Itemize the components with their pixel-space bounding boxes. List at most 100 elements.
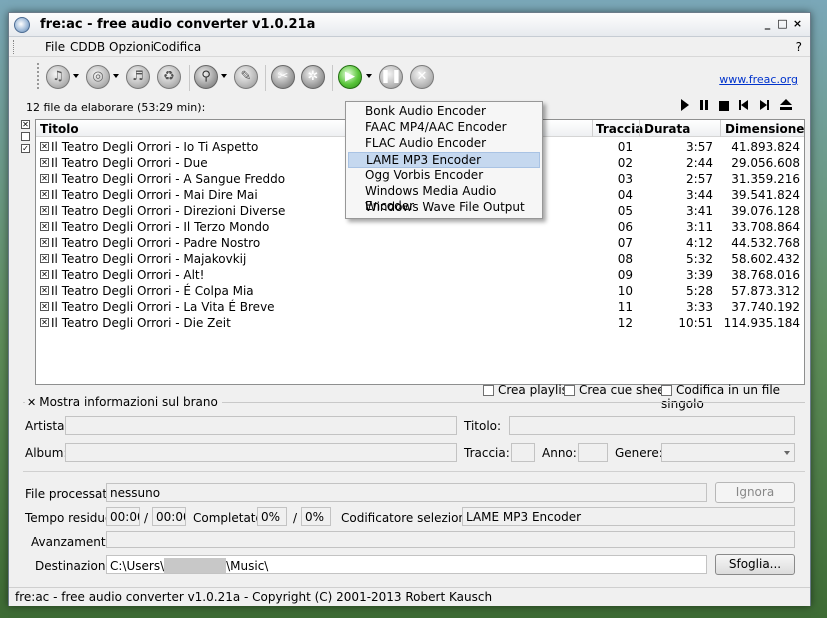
create-cue-checkbox[interactable] xyxy=(564,385,575,396)
row-title: Il Teatro Degli Orrori - Il Terzo Mondo xyxy=(51,220,270,234)
table-row[interactable]: ✕ Il Teatro Degli Orrori - É Colpa Mia 10 5… xyxy=(36,283,804,299)
play-icon[interactable] xyxy=(681,99,689,111)
row-checkbox[interactable]: ✕ xyxy=(40,270,49,279)
row-checkbox[interactable]: ✕ xyxy=(40,318,49,327)
app-icon[interactable] xyxy=(14,17,30,33)
main-window: fre:ac - free audio converter v1.0.21a _… xyxy=(8,12,811,606)
table-row[interactable]: ✕ Il Teatro Degli Orrori - Il Terzo Mondo… xyxy=(36,219,804,235)
search-cddb-dropdown[interactable] xyxy=(221,74,227,78)
menu-item-wma[interactable]: Windows Media Audio Encoder xyxy=(348,184,540,213)
previous-track-icon[interactable] xyxy=(738,99,750,111)
row-duration: 3:39 xyxy=(686,268,713,282)
table-row[interactable]: ✕ Il Teatro Degli Orrori - La Vita É Brev… xyxy=(36,299,804,315)
time-separator: / xyxy=(144,511,149,525)
menu-item-faac[interactable]: FAAC MP4/AAC Encoder xyxy=(348,120,540,136)
column-divider[interactable] xyxy=(592,120,593,137)
select-none-checkbox[interactable] xyxy=(21,132,30,141)
column-divider[interactable] xyxy=(720,120,721,137)
browse-button[interactable]: Sfoglia... xyxy=(715,554,795,575)
column-header-title[interactable]: Titolo xyxy=(40,122,79,136)
menu-codifica[interactable]: Codifica xyxy=(153,40,201,54)
eject-icon[interactable] xyxy=(780,99,792,111)
row-checkbox[interactable]: ✕ xyxy=(40,142,49,151)
row-checkbox[interactable]: ✕ xyxy=(40,158,49,167)
menu-item-bonk[interactable]: Bonk Audio Encoder xyxy=(348,104,540,120)
toggle-selection-checkbox[interactable]: ✓ xyxy=(21,144,30,153)
pause-playback-icon[interactable] xyxy=(698,99,710,111)
column-header-duration[interactable]: Durata xyxy=(644,122,690,136)
encoder-dropdown-arrow[interactable] xyxy=(366,74,372,78)
menu-item-wave[interactable]: Windows Wave File Output xyxy=(348,200,540,216)
row-size: 41.893.824 xyxy=(731,140,800,154)
stop-playback-icon[interactable] xyxy=(719,100,729,111)
clear-list-icon[interactable]: ♻ xyxy=(157,65,181,89)
row-checkbox[interactable]: ✕ xyxy=(40,286,49,295)
cd-icon[interactable]: ♬ xyxy=(126,65,150,89)
menu-opzioni[interactable]: Opzioni xyxy=(109,40,154,54)
table-row[interactable]: ✕ Il Teatro Degli Orrori - Padre Nostro 07… xyxy=(36,235,804,251)
title-bar[interactable]: fre:ac - free audio converter v1.0.21a _… xyxy=(9,13,810,37)
settings-icon[interactable]: ✲ xyxy=(301,65,325,89)
submit-cddb-icon[interactable]: ✎ xyxy=(234,65,258,89)
title-field[interactable] xyxy=(509,416,795,435)
row-checkbox[interactable]: ✕ xyxy=(40,174,49,183)
table-row[interactable]: ✕ Il Teatro Degli Orrori - Alt! 09 3:39 38.7… xyxy=(36,267,804,283)
skip-button[interactable]: Ignora xyxy=(715,482,795,503)
row-track: 07 xyxy=(617,236,633,250)
menu-grip[interactable] xyxy=(13,40,16,54)
row-checkbox[interactable]: ✕ xyxy=(40,302,49,311)
create-playlist-checkbox[interactable] xyxy=(483,385,494,396)
add-files-icon[interactable]: ♫ xyxy=(46,65,70,89)
row-track: 06 xyxy=(617,220,633,234)
start-encoding-icon[interactable]: ▶ xyxy=(338,65,362,89)
row-checkbox[interactable]: ✕ xyxy=(40,254,49,263)
chevron-down-icon[interactable] xyxy=(784,451,790,455)
column-header-size[interactable]: Dimensione xyxy=(725,122,804,136)
menu-cddb[interactable]: CDDB xyxy=(70,40,105,54)
time-left-label: Tempo residuo: xyxy=(25,511,117,525)
row-checkbox[interactable]: ✕ xyxy=(40,238,49,247)
tools-icon[interactable]: ✂ xyxy=(271,65,295,89)
artist-label: Artista: xyxy=(25,419,69,433)
toolbar-separator xyxy=(332,65,333,91)
menu-file[interactable]: File xyxy=(45,40,65,54)
select-all-checkbox[interactable]: ✕ xyxy=(21,120,30,129)
toolbar-grip[interactable] xyxy=(37,63,40,89)
year-field[interactable] xyxy=(578,443,608,462)
menu-item-flac[interactable]: FLAC Audio Encoder xyxy=(348,136,540,152)
row-checkbox[interactable]: ✕ xyxy=(40,190,49,199)
menu-item-lame[interactable]: LAME MP3 Encoder xyxy=(348,152,540,168)
website-link[interactable]: www.freac.org xyxy=(719,73,798,86)
column-divider[interactable] xyxy=(639,120,640,137)
stop-icon[interactable]: ✕ xyxy=(410,65,434,89)
pause-icon[interactable]: ❚❚ xyxy=(379,65,403,89)
column-header-track[interactable]: Traccia xyxy=(596,122,643,136)
row-title: Il Teatro Degli Orrori - Padre Nostro xyxy=(51,236,261,250)
menu-item-ogg[interactable]: Ogg Vorbis Encoder xyxy=(348,168,540,184)
track-info-toggle[interactable]: ✕ Mostra informazioni sul brano xyxy=(25,395,222,409)
table-row[interactable]: ✕ Il Teatro Degli Orrori - Majakovkij 08 5:… xyxy=(36,251,804,267)
add-files-dropdown[interactable] xyxy=(73,74,79,78)
add-folder-dropdown[interactable] xyxy=(113,74,119,78)
track-number-field[interactable] xyxy=(511,443,535,462)
row-checkbox[interactable]: ✕ xyxy=(40,206,49,215)
single-file-checkbox[interactable] xyxy=(661,385,672,396)
destination-field[interactable]: C:\Users\ \Music\ xyxy=(106,555,707,574)
table-row[interactable]: ✕ Il Teatro Degli Orrori - Die Zeit 12 10:5… xyxy=(36,315,804,331)
close-button[interactable]: × xyxy=(791,17,804,31)
genre-select[interactable] xyxy=(661,443,795,462)
row-checkbox[interactable]: ✕ xyxy=(40,222,49,231)
help-button[interactable]: ? xyxy=(796,40,802,54)
search-cddb-icon[interactable]: ⚲ xyxy=(194,65,218,89)
album-field[interactable] xyxy=(65,443,457,462)
maximize-button[interactable]: □ xyxy=(776,17,789,31)
artist-field[interactable] xyxy=(65,416,457,435)
next-track-icon[interactable] xyxy=(759,99,771,111)
destination-suffix: \Music\ xyxy=(226,559,269,573)
minimize-button[interactable]: _ xyxy=(761,17,774,31)
add-folder-icon[interactable]: ◎ xyxy=(86,65,110,89)
track-info-checkbox[interactable]: ✕ xyxy=(27,396,36,409)
create-cue-option[interactable]: Crea cue sheet xyxy=(564,383,669,397)
row-size: 31.359.216 xyxy=(731,172,800,186)
create-playlist-option[interactable]: Crea playlist xyxy=(483,383,573,397)
